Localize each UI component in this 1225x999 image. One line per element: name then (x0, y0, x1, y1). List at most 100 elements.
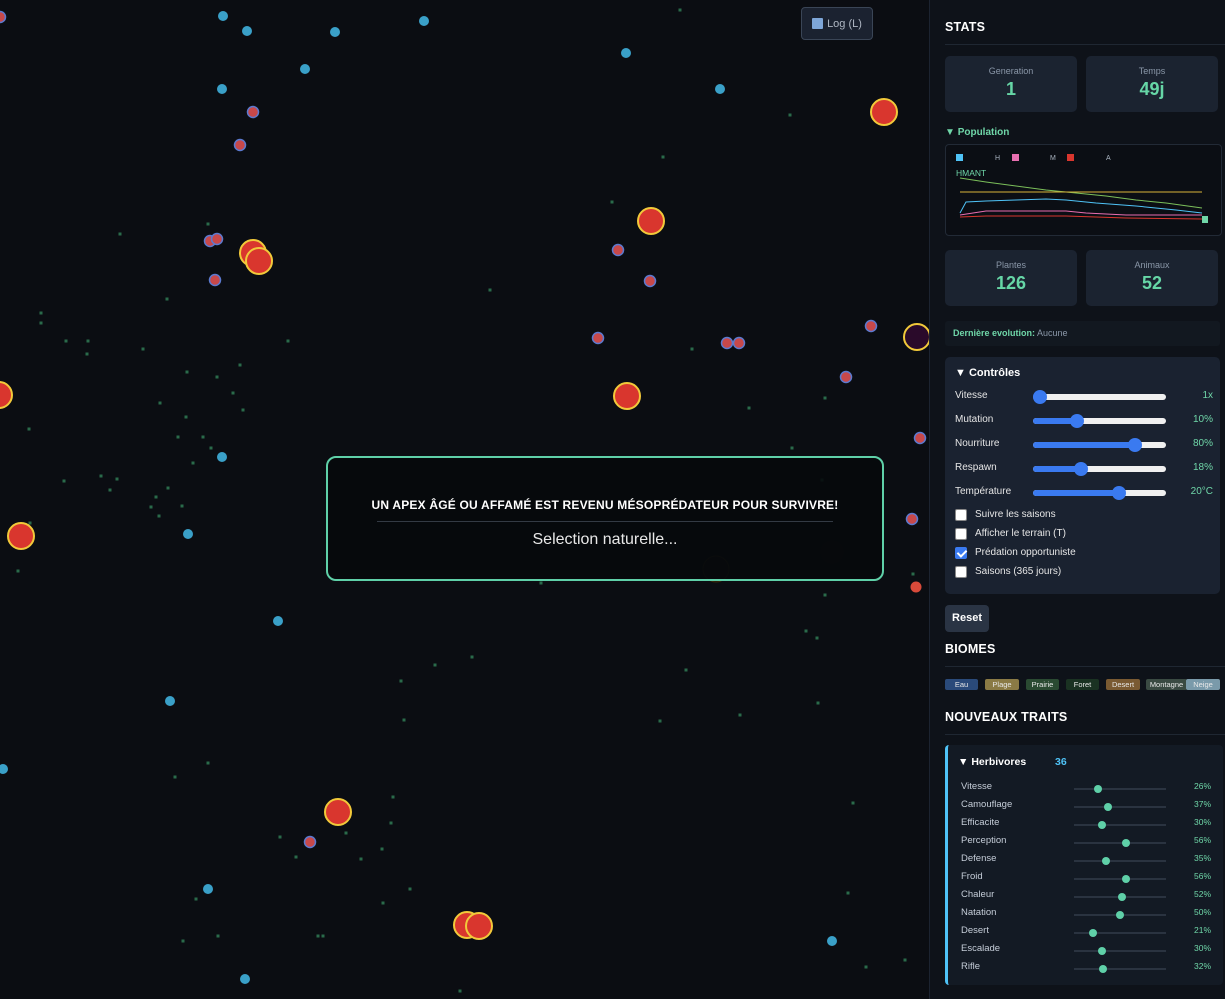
trait-value: 26% (1193, 781, 1211, 791)
checkbox[interactable] (955, 528, 967, 540)
legend-swatch-herbivore (956, 154, 963, 161)
plant (86, 339, 90, 343)
trait-value: 56% (1193, 835, 1211, 845)
checkbox-label: Saisons (365 jours) (975, 566, 1062, 577)
plant (539, 581, 543, 585)
trait-value: 32% (1193, 961, 1211, 971)
trait-marker (1099, 965, 1108, 973)
trait-row: Froid 56% (961, 870, 1211, 884)
chart-series-letters: HMANT (956, 168, 986, 178)
trait-row: Natation 50% (961, 906, 1211, 920)
plant (380, 847, 384, 851)
stats-heading: STATS (945, 20, 986, 34)
log-button[interactable]: Log (L) (801, 7, 873, 40)
herbivore (217, 84, 227, 94)
trait-row: Rifle 32% (961, 960, 1211, 974)
checkbox[interactable] (955, 547, 967, 559)
trait-name: Desert (961, 925, 989, 936)
slider-thumb[interactable] (1032, 390, 1047, 404)
plant (241, 408, 245, 412)
controls-toggle[interactable]: ▼ Contrôles (955, 367, 1020, 379)
plants-series-line (959, 177, 1203, 209)
slider-thumb[interactable] (1112, 486, 1127, 500)
plant (231, 391, 235, 395)
plant (191, 461, 195, 465)
plant (209, 446, 213, 450)
plant (118, 232, 122, 236)
slider-track[interactable] (1033, 414, 1166, 428)
reset-button[interactable]: Reset (945, 605, 989, 632)
slider-track[interactable] (1032, 390, 1166, 404)
plants-card: Plantes 126 (945, 250, 1077, 306)
slider-thumb[interactable] (1069, 414, 1084, 428)
mesopredator (246, 105, 260, 119)
mesopredator (210, 232, 224, 246)
simulation-canvas[interactable]: Log (L) UN APEX ÂGÉ OU AFFAMÉ EST REVENU… (0, 0, 929, 999)
checkbox[interactable] (955, 509, 967, 521)
checkbox-label: Suivre les saisons (975, 509, 1056, 520)
divider (945, 666, 1225, 667)
slider-track[interactable] (1033, 486, 1166, 500)
legend-label-h: H (995, 155, 1000, 162)
plant (658, 719, 662, 723)
plant (399, 679, 403, 683)
time-card: Temps 49j (1086, 56, 1218, 112)
trait-value: 30% (1193, 817, 1211, 827)
plant (16, 569, 20, 573)
slider-fill (1033, 442, 1136, 448)
slider-track[interactable] (1033, 462, 1166, 476)
checkbox-label: Afficher le terrain (T) (975, 528, 1066, 539)
time-label: Temps (1138, 66, 1166, 76)
herbivore (242, 26, 252, 36)
plant (433, 663, 437, 667)
chart-end-marker (1202, 216, 1208, 223)
slider-value: 18% (1192, 462, 1213, 473)
slider-value: 1x (1202, 390, 1213, 401)
trait-marker (1097, 821, 1106, 829)
biome-tag-plage: Plage (985, 679, 1019, 690)
divider (945, 44, 1225, 45)
population-toggle[interactable]: ▼ Population (945, 127, 1009, 138)
plant (185, 370, 189, 374)
trait-bar (1074, 893, 1166, 901)
plant (158, 401, 162, 405)
trait-name: Perception (961, 835, 1007, 846)
checkbox[interactable] (955, 566, 967, 578)
apex-predator (245, 247, 273, 275)
mesopredator (905, 512, 919, 526)
apex-predator (324, 798, 352, 826)
plant (154, 495, 158, 499)
plant (738, 713, 742, 717)
slider-label: Respawn (955, 462, 997, 473)
divider (945, 734, 1225, 735)
mesopredator (913, 431, 927, 445)
plant (157, 514, 161, 518)
animals-card: Animaux 52 (1086, 250, 1218, 306)
plant (165, 297, 169, 301)
slider-thumb[interactable] (1073, 462, 1088, 476)
plant (173, 775, 177, 779)
population-chart-svg: H M A HMANT (956, 154, 1208, 223)
mesopredator (208, 273, 222, 287)
plant (62, 479, 66, 483)
plant (149, 505, 153, 509)
trait-bar (1074, 929, 1166, 937)
plant (610, 200, 614, 204)
slider-thumb[interactable] (1128, 438, 1143, 452)
plant (790, 446, 794, 450)
herbivore-toggle[interactable]: ▼ Herbivores (958, 756, 1026, 768)
mesopredator-series-line (959, 210, 1202, 216)
animals-value: 52 (1141, 273, 1163, 293)
slider-track[interactable] (1033, 438, 1166, 452)
plant (216, 934, 220, 938)
trait-name: Camouflage (961, 799, 1013, 810)
plant (321, 934, 325, 938)
herbivore (419, 16, 429, 26)
trait-row: Escalade 30% (961, 942, 1211, 956)
legend-swatch-apex (1067, 154, 1074, 161)
apex-predator (903, 323, 929, 351)
mesopredator (303, 835, 317, 849)
trait-name: Defense (961, 853, 997, 864)
trait-marker (1117, 893, 1126, 901)
trait-row: Chaleur 52% (961, 888, 1211, 902)
